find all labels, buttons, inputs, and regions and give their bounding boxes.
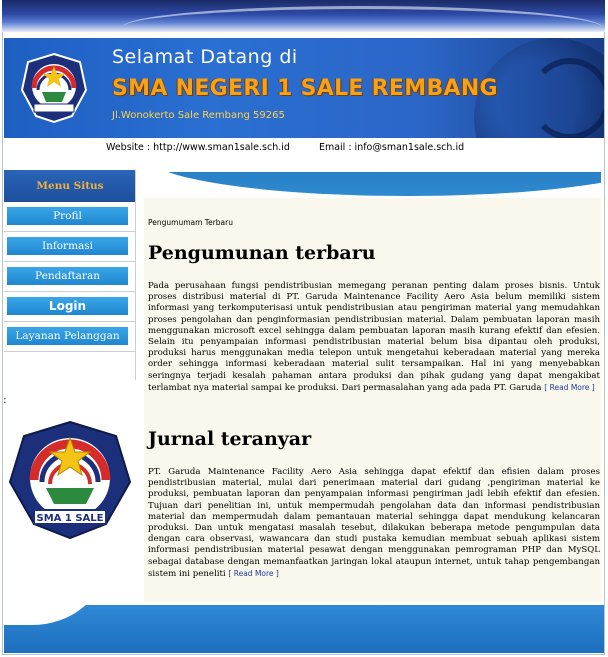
sidebar-item-login[interactable]: Login xyxy=(4,292,136,322)
top-decorative-bar xyxy=(2,0,605,32)
school-address: Jl.Wonokerto Sale Rembang 59265 xyxy=(112,110,285,121)
email-text: Email : info@sman1sale.sch.id xyxy=(318,142,465,153)
footer-bar xyxy=(4,605,604,653)
section-body-text: PT. Garuda Maintenance Facility Aero Asi… xyxy=(148,467,600,579)
breadcrumb: Pengumumam Terbaru xyxy=(148,218,233,227)
sidebar-divider xyxy=(135,170,136,380)
main-content: Pengumumam Terbaru Pengumunan terbaru Pa… xyxy=(144,198,601,602)
sidebar-item-label[interactable]: Layanan Pelanggan xyxy=(7,327,128,345)
sidebar-item-label[interactable]: Profil xyxy=(7,207,128,225)
sidebar-item-label[interactable]: Pendaftaran xyxy=(7,267,128,285)
read-more-link[interactable]: [ Read More ] xyxy=(544,383,594,392)
section-title: Jurnal teranyar xyxy=(148,428,312,450)
sidebar-item-profil[interactable]: Profil xyxy=(4,202,136,232)
contact-info-row: Website : http://www.sman1sale.sch.id Em… xyxy=(106,142,464,153)
sidebar-item-label[interactable]: Informasi xyxy=(7,237,128,255)
section-body: PT. Garuda Maintenance Facility Aero Asi… xyxy=(148,467,600,580)
content-header-arc xyxy=(147,172,601,198)
welcome-text: Selamat Datang di xyxy=(112,46,298,68)
section-body: Pada perusahaan fungsi pendistribusian m… xyxy=(148,281,600,394)
emblem-text: SMA 1 SALE xyxy=(37,513,104,524)
website-text: Website : http://www.sman1sale.sch.id xyxy=(106,142,290,153)
school-name: SMA NEGERI 1 SALE REMBANG xyxy=(112,76,498,101)
school-logo-icon xyxy=(20,52,88,124)
header-banner: Selamat Datang di SMA NEGERI 1 SALE REMB… xyxy=(4,38,604,138)
section-title: Pengumunan terbaru xyxy=(148,242,376,264)
section-body-text: Pada perusahaan fungsi pendistribusian m… xyxy=(148,281,600,393)
sidebar-item-layanan-pelanggan[interactable]: Layanan Pelanggan xyxy=(4,322,136,352)
sidebar-menu-title: Menu Situs xyxy=(4,170,136,202)
sidebar-item-informasi[interactable]: Informasi xyxy=(4,232,136,262)
school-emblem-icon: SMA 1 SALE xyxy=(8,420,132,540)
login-button[interactable]: Login xyxy=(7,297,128,315)
sidebar-item-pendaftaran[interactable]: Pendaftaran xyxy=(4,262,136,292)
stray-text: : xyxy=(3,393,7,406)
read-more-link[interactable]: [ Read More ] xyxy=(228,569,278,578)
